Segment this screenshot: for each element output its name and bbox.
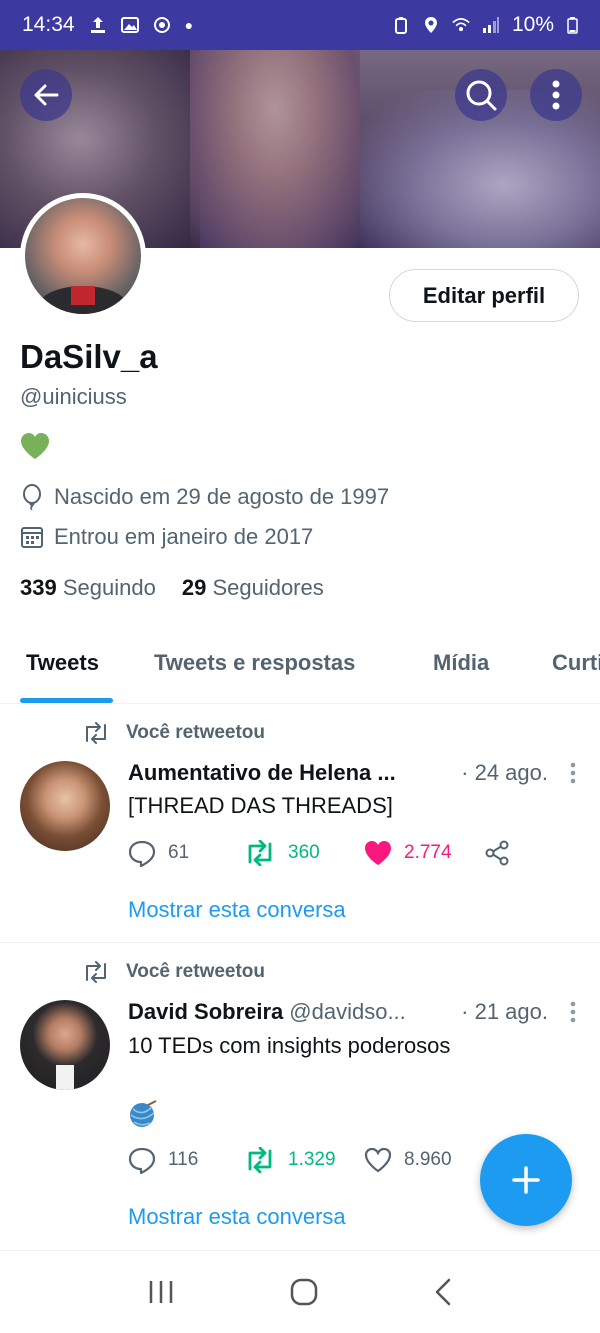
followers-link[interactable]: 29 Seguidores <box>182 575 324 601</box>
retweet-count: 1.329 <box>288 1149 336 1170</box>
yarn-emoji-icon <box>128 1099 158 1134</box>
followers-count: 29 <box>181 575 207 600</box>
home-icon[interactable] <box>289 1277 319 1307</box>
following-count: 339 <box>20 575 57 600</box>
retweet-context: Você retweetou <box>82 961 265 983</box>
join-info: Entrou em janeiro de 2017 <box>20 524 313 550</box>
retweet-icon <box>248 1147 272 1173</box>
tweet-text: [THREAD DAS THREADS] <box>128 793 393 818</box>
retweet-context: Você retweetou <box>82 722 265 744</box>
author-name[interactable]: David Sobreira <box>128 999 283 1025</box>
signal-icon <box>482 16 500 34</box>
active-tab-indicator <box>20 698 113 703</box>
join-text: Entrou em janeiro de 2017 <box>54 524 314 549</box>
following-label: Seguindo <box>62 575 156 600</box>
notification-dot-icon: ● <box>184 17 194 33</box>
calendar-icon <box>21 527 43 548</box>
tab-likes-clip: Curtidas <box>552 626 600 696</box>
sync-icon <box>153 16 171 34</box>
edit-profile-button[interactable]: Editar perfil <box>389 269 579 322</box>
share-icon <box>485 840 509 866</box>
avatar-shirt <box>56 1064 74 1090</box>
birth-text: Nascido em 29 de agosto de 1997 <box>54 484 390 509</box>
reply-count: 116 <box>168 1149 199 1170</box>
retweet-icon <box>86 961 106 983</box>
avatar-collar <box>71 286 95 305</box>
display-name: DaSilv_a <box>20 338 158 375</box>
reply-button[interactable]: 116 <box>128 1146 244 1174</box>
reply-button[interactable]: 61 <box>128 839 244 867</box>
retweet-button[interactable]: 1.329 <box>244 1147 364 1173</box>
more-options-button[interactable] <box>530 69 582 121</box>
like-count: 2.774 <box>404 842 452 863</box>
handle: @uiniciuss <box>20 384 127 409</box>
profile-tabs: Tweets Tweets e respostas Mídia Curtidas <box>0 626 600 704</box>
followers-label: Seguidores <box>212 575 324 600</box>
more-vertical-icon[interactable] <box>568 1001 578 1023</box>
tweet-time[interactable]: · 24 ago. <box>461 760 578 786</box>
status-time: 14:34 <box>22 13 75 36</box>
recent-apps-icon[interactable] <box>147 1279 175 1305</box>
show-conversation-link[interactable]: Mostrar esta conversa <box>128 1204 346 1230</box>
retweet-count: 360 <box>288 842 320 863</box>
following-link[interactable]: 339 Seguindo <box>20 575 156 601</box>
tweet-text: 10 TEDs com insights poderosos <box>128 1033 451 1058</box>
tweet-actions: 61 360 2.774 <box>128 839 510 867</box>
green-heart-icon <box>20 432 50 465</box>
balloon-icon <box>23 484 41 510</box>
back-nav-icon[interactable] <box>433 1277 453 1307</box>
share-button[interactable] <box>484 840 510 866</box>
system-navigation-bar <box>0 1250 600 1333</box>
author-name[interactable]: Aumentativo de Helena ... <box>128 760 396 786</box>
tweet[interactable]: Você retweetou Aumentativo de Helena ...… <box>0 705 600 943</box>
birth-info: Nascido em 29 de agosto de 1997 <box>20 484 389 510</box>
more-vertical-icon <box>552 80 560 110</box>
author-handle[interactable]: @davidso... <box>289 999 406 1025</box>
tab-likes[interactable]: Curtidas <box>552 650 600 676</box>
heart-icon <box>365 841 391 865</box>
author-avatar[interactable] <box>20 761 110 851</box>
reply-icon <box>128 1147 156 1174</box>
retweet-icon <box>248 840 272 866</box>
tab-tweets-and-replies[interactable]: Tweets e respostas <box>154 650 355 676</box>
like-button[interactable]: 2.774 <box>364 840 484 866</box>
tweet-time[interactable]: · 21 ago. <box>461 999 578 1025</box>
retweet-label: Você retweetou <box>126 722 266 743</box>
author-avatar[interactable] <box>20 1000 110 1090</box>
reply-icon <box>128 840 156 867</box>
follow-stats: 339 Seguindo 29 Seguidores <box>20 575 324 601</box>
tab-tweets[interactable]: Tweets <box>26 650 99 676</box>
battery-level: 10% <box>511 13 554 36</box>
like-count: 8.960 <box>404 1149 452 1170</box>
tweet-header: David Sobreira @davidso... · 21 ago. <box>128 999 578 1025</box>
status-bar: 14:34 ● 10% <box>0 0 600 50</box>
retweet-label: Você retweetou <box>126 961 266 982</box>
location-icon <box>422 16 440 34</box>
battery-saver-icon <box>392 16 410 34</box>
compose-tweet-button[interactable] <box>480 1134 572 1226</box>
like-button[interactable]: 8.960 <box>364 1147 484 1173</box>
search-icon <box>466 80 497 111</box>
retweet-button[interactable]: 360 <box>244 840 364 866</box>
arrow-left-icon <box>34 84 59 106</box>
image-icon <box>120 16 139 34</box>
retweet-icon <box>86 722 106 744</box>
tweet-actions: 116 1.329 8.960 <box>128 1146 484 1174</box>
battery-icon <box>566 16 578 34</box>
search-button[interactable] <box>455 69 507 121</box>
tweet-header: Aumentativo de Helena ... · 24 ago. <box>128 760 578 786</box>
reply-count: 61 <box>168 842 190 863</box>
plus-icon <box>512 1166 540 1194</box>
avatar-photo <box>25 198 141 314</box>
show-conversation-link[interactable]: Mostrar esta conversa <box>128 897 346 923</box>
upload-icon <box>89 16 107 34</box>
wifi-icon <box>452 16 470 34</box>
profile-avatar[interactable] <box>20 193 146 319</box>
heart-icon <box>364 1147 392 1173</box>
back-button[interactable] <box>20 69 72 121</box>
tab-media[interactable]: Mídia <box>433 650 489 676</box>
more-vertical-icon[interactable] <box>568 762 578 784</box>
